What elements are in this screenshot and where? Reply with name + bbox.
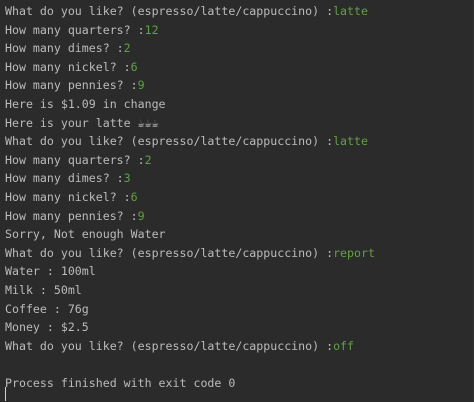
prompt-text: How many nickel? : bbox=[5, 189, 131, 204]
console-line: What do you like? (espresso/latte/cappuc… bbox=[5, 244, 474, 263]
console-line: How many quarters? :2 bbox=[5, 151, 474, 170]
console-line: Coffee : 76g bbox=[5, 301, 89, 316]
user-input-text: off bbox=[333, 338, 355, 353]
user-input-text: 2 bbox=[144, 152, 152, 167]
console-line: Sorry, Not enough Water bbox=[5, 227, 166, 242]
text-cursor bbox=[5, 387, 6, 401]
prompt-text: What do you like? (espresso/latte/cappuc… bbox=[5, 245, 334, 260]
console-line: What do you like? (espresso/latte/cappuc… bbox=[5, 132, 474, 151]
user-input-text: 9 bbox=[137, 78, 145, 93]
console-line: How many pennies? :9 bbox=[5, 207, 474, 226]
console-line: How many nickel? :6 bbox=[5, 58, 474, 77]
user-input-text: report bbox=[333, 245, 375, 260]
console-line: Process finished with exit code 0 bbox=[5, 375, 236, 390]
console-line: Milk : 50ml bbox=[5, 282, 82, 297]
prompt-text: How many dimes? : bbox=[5, 171, 124, 186]
user-input-text: 3 bbox=[123, 171, 131, 186]
user-input-text: 2 bbox=[123, 41, 131, 56]
console-line: Money : $2.5 bbox=[5, 320, 89, 335]
prompt-text: How many dimes? : bbox=[5, 41, 124, 56]
run-console-output[interactable]: What do you like? (espresso/latte/cappuc… bbox=[0, 0, 474, 402]
console-line: How many quarters? :12 bbox=[5, 21, 474, 40]
prompt-text: What do you like? (espresso/latte/cappuc… bbox=[5, 338, 334, 353]
user-input-text: latte bbox=[333, 4, 368, 18]
prompt-text: How many pennies? : bbox=[5, 208, 138, 223]
console-line: How many nickel? :6 bbox=[5, 188, 474, 207]
console-line: Here is your latte ☕☕☕ bbox=[5, 115, 159, 130]
user-input-text: latte bbox=[333, 134, 368, 149]
prompt-text: How many quarters? : bbox=[5, 152, 145, 167]
console-line: Here is $1.09 in change bbox=[5, 96, 166, 111]
console-line: How many dimes? :3 bbox=[5, 169, 474, 188]
prompt-text: How many nickel? : bbox=[5, 59, 131, 74]
prompt-text: What do you like? (espresso/latte/cappuc… bbox=[5, 134, 334, 149]
console-line: How many dimes? :2 bbox=[5, 39, 474, 58]
user-input-text: 9 bbox=[137, 208, 145, 223]
prompt-text: What do you like? (espresso/latte/cappuc… bbox=[5, 4, 334, 18]
user-input-text: 6 bbox=[130, 189, 138, 204]
prompt-text: How many pennies? : bbox=[5, 78, 138, 93]
console-line: What do you like? (espresso/latte/cappuc… bbox=[5, 2, 474, 21]
console-line: How many pennies? :9 bbox=[5, 76, 474, 95]
user-input-text: 12 bbox=[144, 22, 159, 37]
user-input-text: 6 bbox=[130, 59, 138, 74]
console-line: What do you like? (espresso/latte/cappuc… bbox=[5, 337, 474, 356]
console-line: Water : 100ml bbox=[5, 264, 96, 279]
prompt-text: How many quarters? : bbox=[5, 22, 145, 37]
